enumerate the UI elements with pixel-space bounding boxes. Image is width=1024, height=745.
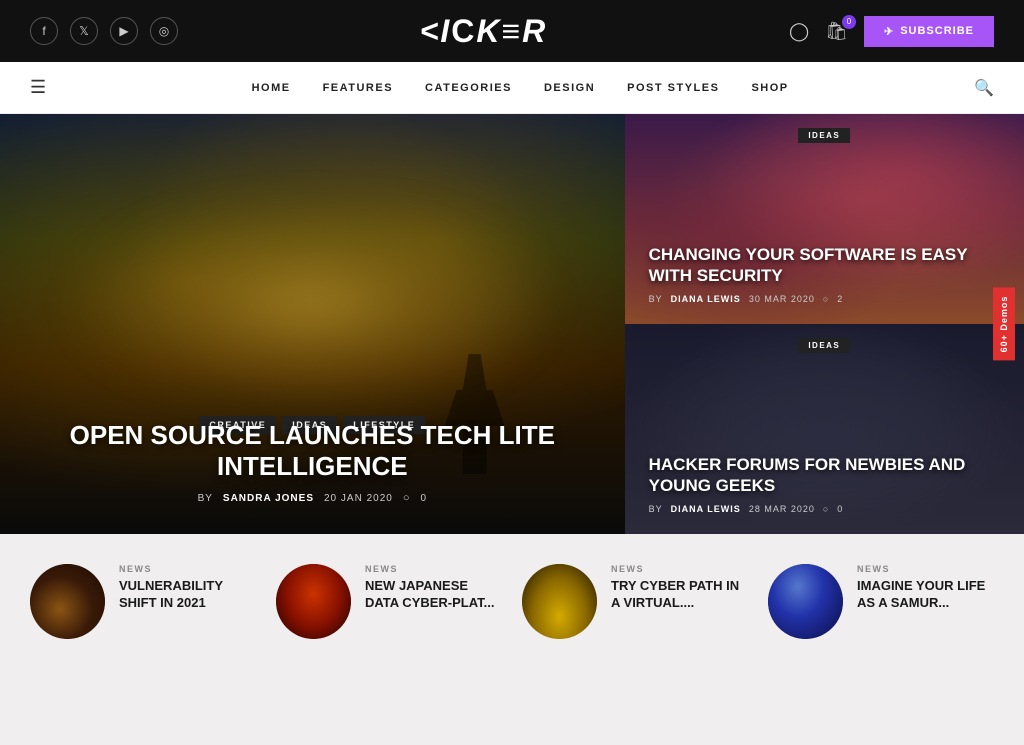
site-logo[interactable]: <ICK≡R	[420, 13, 548, 50]
instagram-icon[interactable]: ◎	[150, 17, 178, 45]
news-category-3: NEWS	[611, 564, 748, 574]
top-bar: f 𝕏 ▶ ◎ <ICK≡R ◯ 🛍 0 ✈ SUBSCRIBE	[0, 0, 1024, 62]
youtube-icon[interactable]: ▶	[110, 17, 138, 45]
card1-comments: 2	[837, 294, 843, 304]
news-grid: NEWS VULNERABILITY SHIFT IN 2021 NEWS NE…	[30, 564, 994, 639]
demos-tab[interactable]: 60+ Demos	[993, 288, 1015, 361]
card2-content: HACKER FORUMS FOR NEWBIES AND YOUNG GEEK…	[625, 455, 1024, 514]
comment-icon-c2: ○	[823, 504, 829, 514]
demos-tab-wrapper: 60+ Demos	[993, 288, 1024, 361]
subscribe-button[interactable]: ✈ SUBSCRIBE	[864, 16, 994, 47]
news-title-4: IMAGINE YOUR LIFE AS A SAMUR...	[857, 578, 994, 612]
nav-shop[interactable]: SHOP	[751, 82, 788, 94]
by-label-c2: BY	[649, 504, 663, 514]
hero-main-content: OPEN SOURCE LAUNCHES TECH LITE INTELLIGE…	[0, 420, 625, 504]
card1-content: CHANGING YOUR SOFTWARE IS EASY WITH SECU…	[625, 245, 1024, 304]
card2-date: 28 MAR 2020	[749, 504, 815, 514]
nav-design[interactable]: DESIGN	[544, 82, 595, 94]
cloud-effect	[62, 198, 562, 408]
hero-card-2[interactable]: IDEAS HACKER FORUMS FOR NEWBIES AND YOUN…	[625, 324, 1024, 534]
hero-side: 60+ Demos IDEAS CHANGING YOUR SOFTWARE I…	[625, 114, 1024, 534]
hero-main-title: OPEN SOURCE LAUNCHES TECH LITE INTELLIGE…	[40, 420, 585, 482]
top-right-actions: ◯ 🛍 0 ✈ SUBSCRIBE	[789, 16, 994, 47]
facebook-icon[interactable]: f	[30, 17, 58, 45]
news-content-1: NEWS VULNERABILITY SHIFT IN 2021	[119, 564, 256, 612]
card1-author: DIANA LEWIS	[671, 294, 741, 304]
news-item-3[interactable]: NEWS TRY CYBER PATH IN A VIRTUAL....	[522, 564, 748, 639]
search-icon[interactable]: 🔍	[974, 78, 994, 98]
comment-icon-c1: ○	[823, 294, 829, 304]
card1-date: 30 MAR 2020	[749, 294, 815, 304]
card2-title: HACKER FORUMS FOR NEWBIES AND YOUNG GEEK…	[649, 455, 1000, 496]
news-category-2: NEWS	[365, 564, 502, 574]
nav-bar: ☰ HOME FEATURES CATEGORIES DESIGN POST S…	[0, 62, 1024, 114]
news-category-4: NEWS	[857, 564, 994, 574]
news-thumb-1	[30, 564, 105, 639]
news-content-2: NEWS NEW JAPANESE DATA CYBER-PLAT...	[365, 564, 502, 612]
card2-label[interactable]: IDEAS	[798, 338, 850, 353]
hero-main-meta: BY SANDRA JONES 20 JAN 2020 ○ 0	[40, 492, 585, 504]
card1-title: CHANGING YOUR SOFTWARE IS EASY WITH SECU…	[649, 245, 1000, 286]
news-title-3: TRY CYBER PATH IN A VIRTUAL....	[611, 578, 748, 612]
news-category-1: NEWS	[119, 564, 256, 574]
hero-comments: 0	[420, 493, 427, 504]
cart-badge: 0	[842, 15, 856, 29]
social-icons: f 𝕏 ▶ ◎	[30, 17, 178, 45]
card2-author: DIANA LEWIS	[671, 504, 741, 514]
cart-icon[interactable]: 🛍 0	[825, 21, 848, 42]
news-thumb-3	[522, 564, 597, 639]
news-content-4: NEWS IMAGINE YOUR LIFE AS A SAMUR...	[857, 564, 994, 612]
hero-card-1[interactable]: IDEAS CHANGING YOUR SOFTWARE IS EASY WIT…	[625, 114, 1024, 324]
news-title-1: VULNERABILITY SHIFT IN 2021	[119, 578, 256, 612]
news-title-2: NEW JAPANESE DATA CYBER-PLAT...	[365, 578, 502, 612]
card2-meta: BY DIANA LEWIS 28 MAR 2020 ○ 0	[649, 504, 1000, 514]
news-section: NEWS VULNERABILITY SHIFT IN 2021 NEWS NE…	[0, 534, 1024, 659]
hero-main[interactable]: CREATIVE IDEAS LIFESTYLE OPEN SOURCE LAU…	[0, 114, 625, 534]
hero-section: CREATIVE IDEAS LIFESTYLE OPEN SOURCE LAU…	[0, 114, 1024, 534]
by-label: BY	[198, 493, 213, 504]
news-item-4[interactable]: NEWS IMAGINE YOUR LIFE AS A SAMUR...	[768, 564, 994, 639]
news-thumb-4	[768, 564, 843, 639]
news-item-2[interactable]: NEWS NEW JAPANESE DATA CYBER-PLAT...	[276, 564, 502, 639]
card1-label[interactable]: IDEAS	[798, 128, 850, 143]
hamburger-menu[interactable]: ☰	[30, 77, 46, 98]
nav-post-styles[interactable]: POST STYLES	[627, 82, 719, 94]
comment-icon: ○	[403, 492, 411, 504]
card2-comments: 0	[837, 504, 843, 514]
user-icon[interactable]: ◯	[789, 21, 809, 42]
nav-home[interactable]: HOME	[252, 82, 291, 94]
nav-features[interactable]: FEATURES	[323, 82, 393, 94]
nav-links: HOME FEATURES CATEGORIES DESIGN POST STY…	[66, 82, 974, 94]
news-thumb-2	[276, 564, 351, 639]
subscribe-icon: ✈	[884, 25, 894, 38]
by-label-c1: BY	[649, 294, 663, 304]
news-content-3: NEWS TRY CYBER PATH IN A VIRTUAL....	[611, 564, 748, 612]
hero-date: 20 JAN 2020	[324, 493, 393, 504]
hero-author: SANDRA JONES	[223, 493, 314, 504]
nav-categories[interactable]: CATEGORIES	[425, 82, 512, 94]
twitter-icon[interactable]: 𝕏	[70, 17, 98, 45]
card1-meta: BY DIANA LEWIS 30 MAR 2020 ○ 2	[649, 294, 1000, 304]
news-item-1[interactable]: NEWS VULNERABILITY SHIFT IN 2021	[30, 564, 256, 639]
